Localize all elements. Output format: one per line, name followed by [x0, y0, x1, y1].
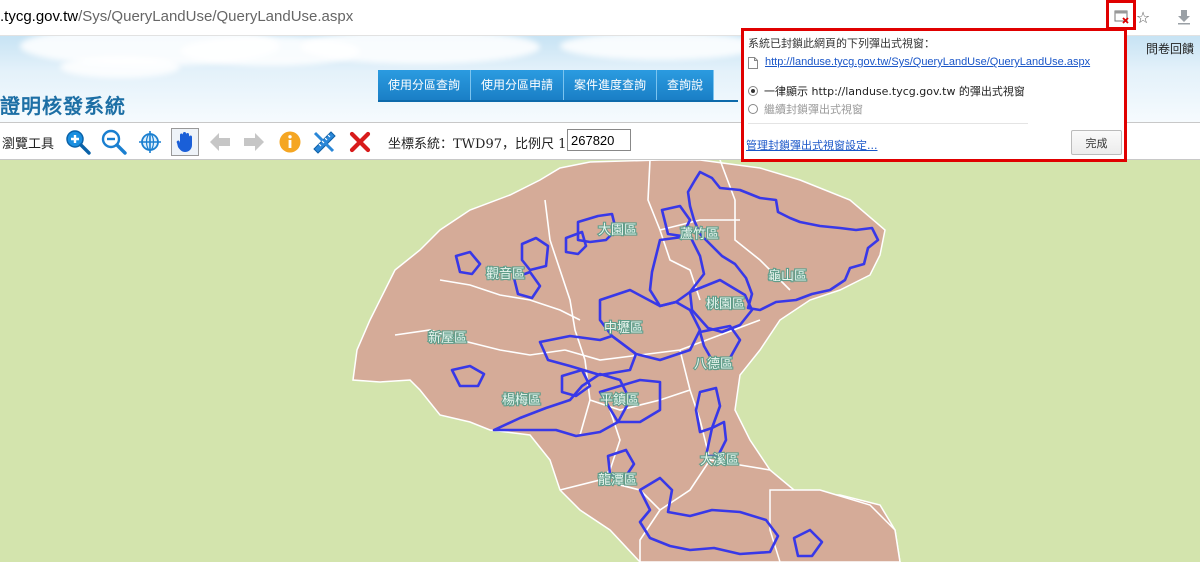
label-zhongli: 中壢區 — [604, 321, 643, 336]
map-canvas[interactable]: 大園區 蘆竹區 龜山區 觀音區 桃園區 新屋區 中壢區 八德區 楊梅區 平鎮區 … — [0, 160, 1200, 562]
label-taoyuan: 桃園區 — [706, 297, 745, 312]
zoom-in-icon[interactable] — [64, 128, 92, 156]
done-button[interactable]: 完成 — [1071, 130, 1122, 155]
option-allow-label: 一律顯示 http://landuse.tycg.gov.tw 的彈出式視窗 — [764, 85, 1025, 98]
label-bade: 八德區 — [694, 357, 733, 372]
pan-hand-icon[interactable] — [171, 128, 199, 156]
zoom-out-icon[interactable] — [100, 128, 128, 156]
clear-x-icon[interactable] — [346, 128, 374, 156]
label-pingzhen: 平鎮區 — [600, 392, 639, 408]
radio-allow[interactable] — [748, 86, 758, 96]
forward-arrow-icon[interactable] — [240, 128, 268, 156]
nav-zoning-query[interactable]: 使用分區查詢 — [378, 70, 472, 100]
nav-query-help[interactable]: 查詢說 — [657, 70, 715, 100]
option-always-allow[interactable]: 一律顯示 http://landuse.tycg.gov.tw 的彈出式視窗 — [748, 83, 1025, 99]
manage-popup-settings-link[interactable]: 管理封鎖彈出式視窗設定... — [746, 137, 878, 153]
full-extent-icon[interactable] — [136, 128, 164, 156]
download-icon[interactable] — [1172, 6, 1196, 28]
nav-underline — [378, 100, 738, 102]
label-guanyin: 觀音區 — [486, 266, 525, 282]
site-title: 證明核發系統 — [0, 94, 126, 118]
coordinate-system-label: 坐標系統：TWD97，比例尺 1： — [388, 137, 580, 152]
taoyuan-district-map[interactable]: 大園區 蘆竹區 龜山區 觀音區 桃園區 新屋區 中壢區 八德區 楊梅區 平鎮區 … — [0, 160, 1200, 562]
label-daxi: 大溪區 — [700, 453, 739, 468]
option-keep-blocking[interactable]: 繼續封鎖彈出式視窗 — [748, 101, 863, 117]
nav-zoning-apply[interactable]: 使用分區申請 — [471, 70, 565, 100]
bookmark-star-icon[interactable]: ☆ — [1131, 6, 1155, 28]
fuxing-area — [769, 489, 901, 562]
measure-ruler-icon[interactable] — [310, 128, 338, 156]
label-xinwu: 新屋區 — [428, 330, 467, 346]
option-block-label: 繼續封鎖彈出式視窗 — [764, 103, 863, 116]
file-icon — [748, 57, 758, 69]
popup-blocked-dialog: 系統已封鎖此網頁的下列彈出式視窗： http://landuse.tycg.go… — [741, 28, 1127, 162]
feedback-link[interactable]: 問卷回饋 — [1146, 40, 1194, 57]
scale-input[interactable] — [567, 129, 631, 151]
label-yangmei: 楊梅區 — [502, 392, 541, 408]
back-arrow-icon[interactable] — [206, 128, 234, 156]
url-text[interactable]: .tycg.gov.tw/Sys/QueryLandUse/QueryLandU… — [0, 8, 353, 25]
info-icon[interactable] — [276, 128, 304, 156]
label-longtan: 龍潭區 — [598, 472, 637, 488]
url-path: /Sys/QueryLandUse/QueryLandUse.aspx — [78, 8, 354, 25]
radio-block[interactable] — [748, 104, 758, 114]
popup-divider — [748, 123, 1028, 124]
nav-case-progress[interactable]: 案件進度查詢 — [564, 70, 658, 100]
toolbar-label: 瀏覽工具 — [2, 137, 55, 152]
blocked-popup-link[interactable]: http://landuse.tycg.gov.tw/Sys/QueryLand… — [765, 56, 1090, 68]
url-host: .tycg.gov.tw — [0, 8, 79, 25]
popup-heading: 系統已封鎖此網頁的下列彈出式視窗： — [748, 37, 935, 50]
label-dayuan: 大園區 — [598, 223, 637, 238]
label-guishan: 龜山區 — [768, 269, 807, 284]
label-luzhu: 蘆竹區 — [680, 227, 719, 242]
main-nav: 使用分區查詢 使用分區申請 案件進度查詢 查詢說 — [378, 70, 715, 100]
